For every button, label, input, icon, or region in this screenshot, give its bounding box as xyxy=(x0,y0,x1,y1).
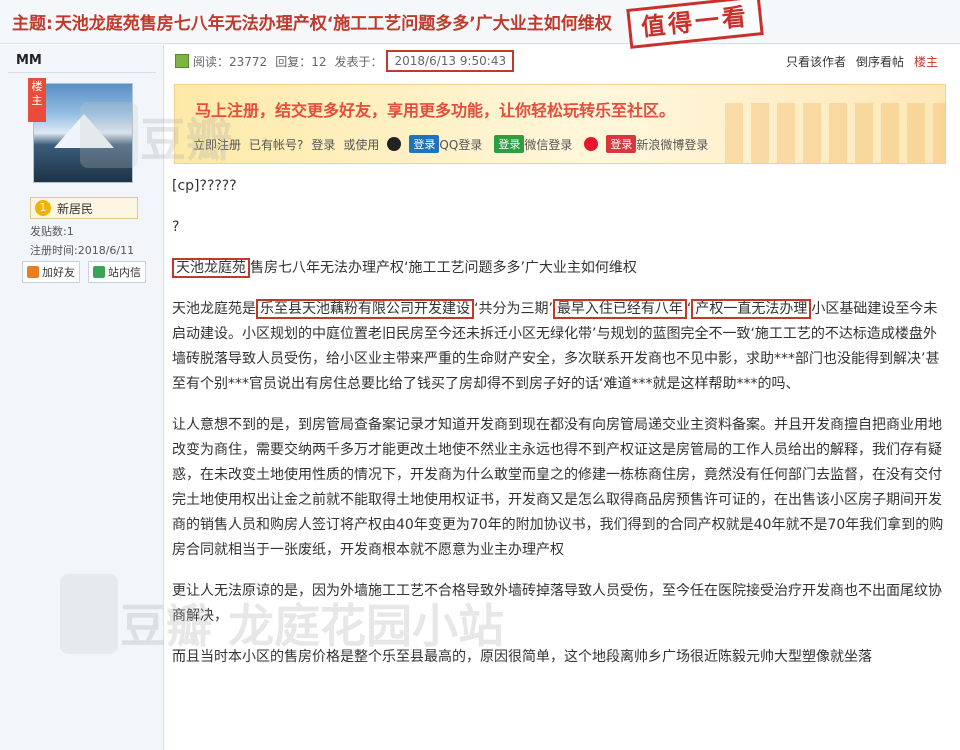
view-count: 阅读：23772 xyxy=(193,54,268,69)
weibo-login-label: 新浪微博登录 xyxy=(636,137,709,152)
message-label: 站内信 xyxy=(108,266,141,279)
register-date: 注册时间:2018/6/11 xyxy=(30,244,135,257)
author-name[interactable]: MM xyxy=(16,53,42,68)
message-icon xyxy=(93,266,105,278)
banner-title: 马上注册，结交更多好友，享用更多功能，让你轻松玩转乐至社区。 xyxy=(195,101,676,120)
highlight-developer: 乐至县天池藕粉有限公司开发建设 xyxy=(256,299,474,319)
post-paragraph-3: 更让人无法原谅的是，因为外墙施工工艺不合格导致外墙砖掉落导致人员受伤，至今任在医… xyxy=(172,583,942,624)
add-friend-icon xyxy=(27,266,39,278)
post-paragraph-4: 而且当时本小区的售房价格是整个乐至县最高的，原因很简单，这个地段离帅乡广场很近陈… xyxy=(172,649,872,665)
post-tools: 只看该作者 倒序看帖 楼主 xyxy=(776,45,938,77)
banner-login-row: 立即注册 已有帐号? 登录 或使用 登录 QQ登录 登录 微信登录 登录 新浪微… xyxy=(193,135,720,153)
qq-badge: 登录 xyxy=(409,135,440,153)
p1-text-a: 天池龙庭苑是 xyxy=(172,301,256,317)
thread-title-bar: 主题: 天池龙庭苑售房七八年无法办理产权‘施工工艺问题多多’广大业主如何维权 xyxy=(0,0,960,44)
or-use-label: 或使用 xyxy=(343,137,380,152)
post-title-line: 天池龙庭苑 售房七八年无法办理产权‘施工工艺问题多多’广大业主如何维权 xyxy=(172,256,950,281)
has-account-label: 已有帐号? xyxy=(249,137,304,152)
weibo-badge: 登录 xyxy=(606,135,637,153)
add-friend-label: 加好友 xyxy=(42,266,75,279)
post-title-rest: 售房七八年无法办理产权‘施工工艺问题多多’广大业主如何维权 xyxy=(250,260,637,276)
highlight-community-name: 天池龙庭苑 xyxy=(172,258,250,278)
post-paragraph-1: 天池龙庭苑是 乐至县天池藕粉有限公司开发建设 ‘共分为三期’ 最早入住已经有八年 ‘产权… xyxy=(172,297,950,397)
post-meta-bar: 阅读：23772 回复：12 发表于： 2018/6/13 9:50:43 只看… xyxy=(165,45,960,77)
rank-icon: 1 xyxy=(35,200,51,216)
rank-badge: 1 新居民 xyxy=(30,197,138,219)
register-link[interactable]: 立即注册 xyxy=(193,136,241,153)
wechat-login-button[interactable]: 登录 微信登录 xyxy=(494,135,580,153)
author-sidebar: MM 楼主 1 新居民 发贴数:1 注册时间:2018/6/11 加好友 站内信 xyxy=(0,45,164,750)
avatar[interactable] xyxy=(33,83,133,183)
skyline-decoration xyxy=(725,103,945,163)
floor-label: 楼主 xyxy=(913,54,938,69)
posted-label: 发表于： xyxy=(334,54,383,69)
weibo-login-button[interactable]: 登录 新浪微博登录 xyxy=(584,135,716,153)
thread-icon xyxy=(175,54,189,68)
qq-login-label: QQ登录 xyxy=(439,137,483,152)
qq-login-button[interactable]: 登录 QQ登录 xyxy=(387,135,490,153)
mountain-icon xyxy=(54,114,114,148)
post-line-2: ? xyxy=(172,219,180,235)
owner-ribbon: 楼主 xyxy=(28,78,46,122)
register-banner: 马上注册，结交更多好友，享用更多功能，让你轻松玩转乐至社区。 立即注册 已有帐号… xyxy=(174,84,946,164)
topic-label: 主题: xyxy=(12,14,53,34)
login-link[interactable]: 登录 xyxy=(311,136,335,153)
message-button[interactable]: 站内信 xyxy=(88,261,146,283)
weibo-icon xyxy=(584,137,599,151)
wechat-badge: 登录 xyxy=(494,135,525,153)
wechat-login-label: 微信登录 xyxy=(524,137,573,152)
rank-label: 新居民 xyxy=(57,201,94,216)
post-count: 发贴数:1 xyxy=(30,225,74,238)
divider xyxy=(8,72,156,73)
posted-date: 2018/6/13 9:50:43 xyxy=(386,50,515,72)
post-body: [cp]????? ? 天池龙庭苑 售房七八年无法办理产权‘施工工艺问题多多’广大… xyxy=(172,174,950,686)
highlight-eight-years: 最早入住已经有八年 xyxy=(552,299,687,319)
add-friend-button[interactable]: 加好友 xyxy=(22,261,80,283)
post-paragraph-2: 让人意想不到的是，到房管局查备案记录才知道开发商到现在都没有向房管局递交业主资料… xyxy=(172,417,944,558)
p1-text-b: ‘共分为三期’ xyxy=(474,301,553,317)
qq-icon xyxy=(387,137,402,151)
only-author-link[interactable]: 只看该作者 xyxy=(786,53,846,70)
thread-title[interactable]: 天池龙庭苑售房七八年无法办理产权‘施工工艺问题多多’广大业主如何维权 xyxy=(55,9,612,34)
reverse-order-link[interactable]: 倒序看帖 xyxy=(856,53,904,70)
highlight-no-property-right: 产权一直无法办理 xyxy=(691,299,812,319)
stamp-text: 值得一看 xyxy=(639,2,751,42)
reply-count: 回复：12 xyxy=(275,54,327,69)
post-line-1: [cp]????? xyxy=(172,178,237,194)
